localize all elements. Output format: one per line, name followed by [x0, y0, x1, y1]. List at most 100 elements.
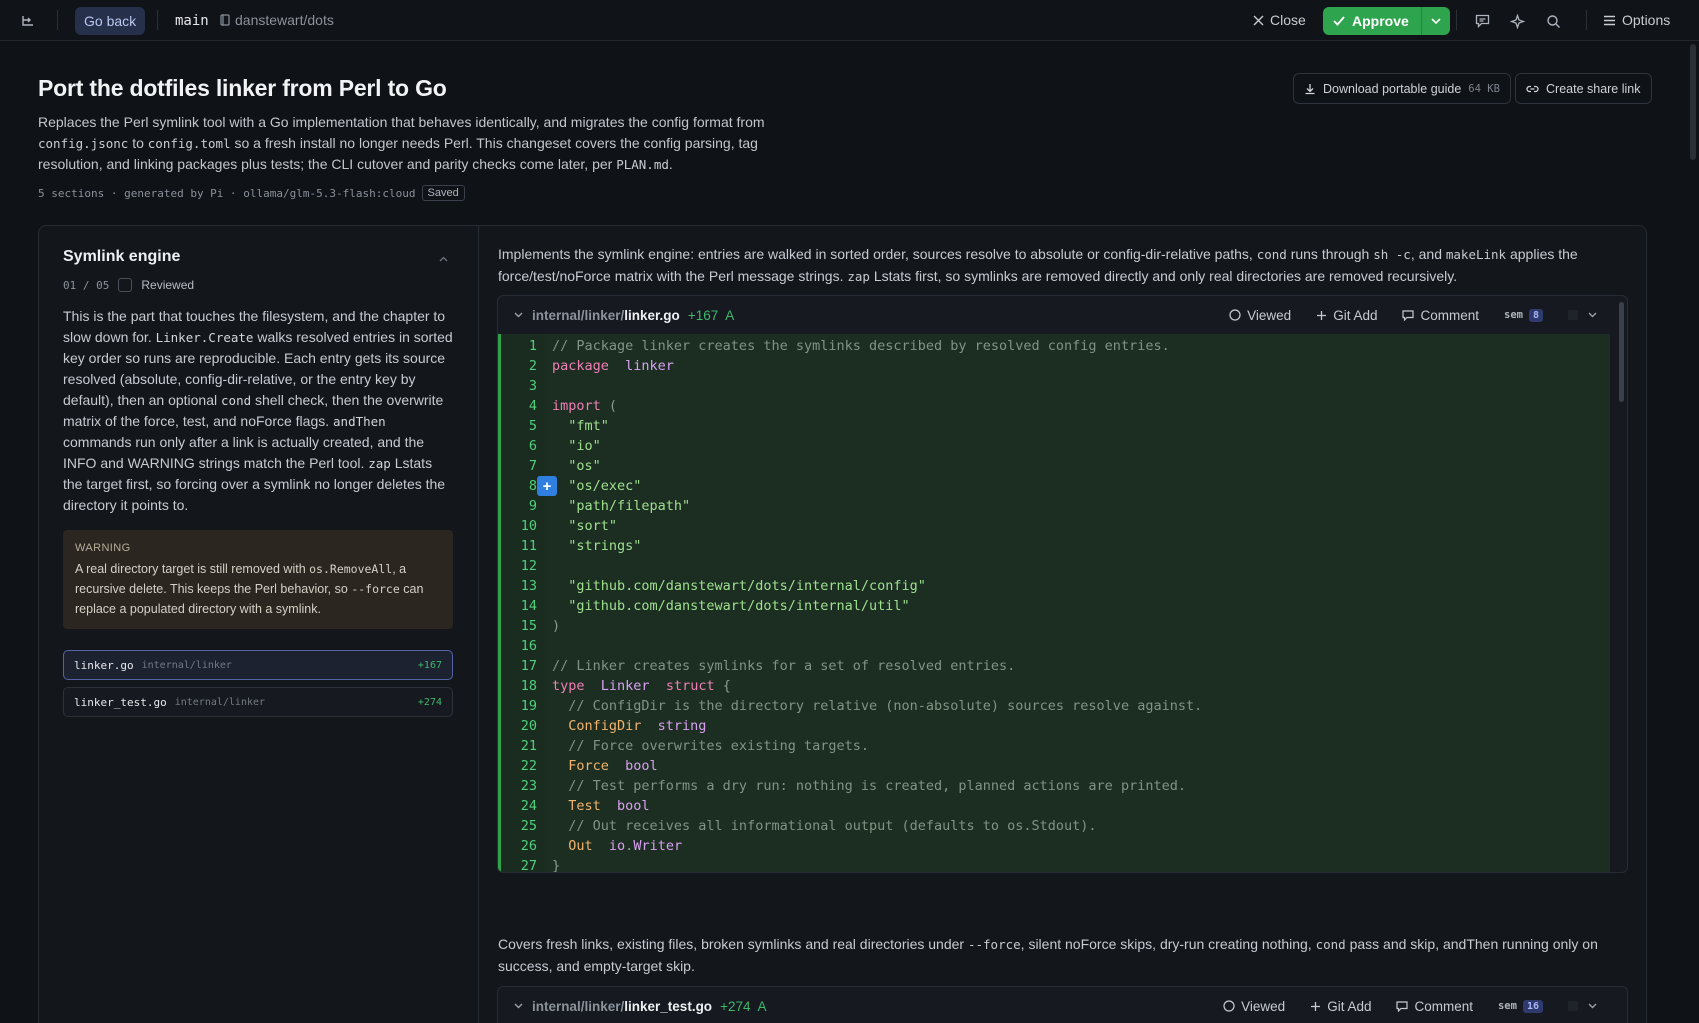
line-number[interactable]: 27: [501, 856, 537, 872]
viewed-toggle[interactable]: Viewed: [1229, 308, 1291, 323]
code-line[interactable]: 4 import (: [501, 396, 1610, 416]
code-line[interactable]: 25 // Out receives all informational out…: [501, 816, 1610, 836]
code-line[interactable]: 14 "github.com/danstewart/dots/internal/…: [501, 596, 1610, 616]
options-button[interactable]: Options: [1603, 12, 1670, 28]
close-button[interactable]: Close: [1253, 12, 1306, 28]
code-line[interactable]: 24 Test bool: [501, 796, 1610, 816]
comment-icon: [1402, 309, 1415, 321]
code-line[interactable]: 21 // Force overwrites existing targets.: [501, 736, 1610, 756]
code-line[interactable]: 12: [501, 556, 1610, 576]
file-additions: +167: [417, 659, 442, 671]
line-number[interactable]: 4: [501, 396, 537, 416]
line-number[interactable]: 22: [501, 756, 537, 776]
line-number[interactable]: 16: [501, 636, 537, 656]
plus-icon: [1317, 310, 1327, 320]
code-line[interactable]: 8 "os/exec": [501, 476, 1610, 496]
go-back-button[interactable]: Go back: [75, 7, 146, 35]
code-line[interactable]: 26 Out io.Writer: [501, 836, 1610, 856]
sparkle-icon[interactable]: [1508, 12, 1526, 30]
line-number[interactable]: 13: [501, 576, 537, 596]
git-add-button[interactable]: Git Add: [1310, 999, 1371, 1014]
code-line[interactable]: 27}: [501, 856, 1610, 872]
code-line[interactable]: 19 // ConfigDir is the directory relativ…: [501, 696, 1610, 716]
diff-file-linker-test-go: internal/linker/linker_test.go +274 A Vi…: [497, 986, 1628, 1023]
code-line[interactable]: 20 ConfigDir string: [501, 716, 1610, 736]
code-line[interactable]: 18 type Linker struct {: [501, 676, 1610, 696]
file-description-text: runs through: [1286, 246, 1374, 262]
code-line[interactable]: 3: [501, 376, 1610, 396]
repo-link[interactable]: danstewart/dots: [220, 12, 334, 28]
file-list-item[interactable]: linker_test.go internal/linker +274: [63, 687, 453, 717]
code-line[interactable]: 22 Force bool: [501, 756, 1610, 776]
code-token: Force: [552, 758, 609, 774]
comments-icon[interactable]: [1473, 12, 1491, 30]
code-line[interactable]: 15): [501, 616, 1610, 636]
code-token: "os/exec": [552, 478, 642, 494]
line-number[interactable]: 1: [501, 336, 537, 356]
add-line-comment-button[interactable]: +: [537, 476, 557, 496]
section-body-code: andThen: [333, 414, 386, 429]
line-number[interactable]: 15: [501, 616, 537, 636]
file-list-item[interactable]: linker.go internal/linker +167: [63, 650, 453, 680]
sidebar-toggle-icon[interactable]: [19, 12, 37, 30]
line-number[interactable]: 23: [501, 776, 537, 796]
chevron-up-icon[interactable]: [439, 254, 448, 265]
line-number[interactable]: 9: [501, 496, 537, 516]
code-line[interactable]: 9 "path/filepath": [501, 496, 1610, 516]
line-number[interactable]: 11: [501, 536, 537, 556]
file-menu[interactable]: [1568, 1001, 1597, 1011]
sem-indicator[interactable]: sem 16: [1498, 999, 1543, 1013]
line-number[interactable]: 2: [501, 356, 537, 376]
line-number[interactable]: 3: [501, 376, 537, 396]
reviewed-checkbox[interactable]: [118, 278, 133, 292]
search-icon[interactable]: [1544, 12, 1562, 30]
approve-button[interactable]: Approve: [1323, 13, 1421, 29]
line-number[interactable]: 6: [501, 436, 537, 456]
code-line[interactable]: 2 package linker: [501, 356, 1610, 376]
code-line[interactable]: 11 "strings": [501, 536, 1610, 556]
code-line[interactable]: 1 // Package linker creates the symlinks …: [501, 336, 1610, 356]
saved-badge: Saved: [421, 185, 465, 201]
code-scrollbar[interactable]: [1619, 302, 1624, 402]
download-guide-button[interactable]: Download portable guide 64 KB: [1293, 73, 1511, 104]
create-share-link-button[interactable]: Create share link: [1515, 73, 1652, 104]
code-line[interactable]: 13 "github.com/danstewart/dots/internal/…: [501, 576, 1610, 596]
viewed-toggle[interactable]: Viewed: [1223, 999, 1285, 1014]
line-number[interactable]: 20: [501, 716, 537, 736]
code-line[interactable]: 16: [501, 636, 1610, 656]
approve-dropdown-button[interactable]: [1420, 7, 1450, 35]
sem-count-badge: 16: [1522, 999, 1543, 1013]
file-additions: +167: [687, 307, 719, 323]
line-number[interactable]: 18: [501, 676, 537, 696]
code-line[interactable]: 23 // Test performs a dry run: nothing i…: [501, 776, 1610, 796]
line-number[interactable]: 25: [501, 816, 537, 836]
code-line[interactable]: 5 "fmt": [501, 416, 1610, 436]
code-token: ConfigDir: [552, 718, 642, 734]
page-scrollbar[interactable]: [1690, 44, 1696, 160]
git-add-button[interactable]: Git Add: [1316, 308, 1377, 323]
line-number[interactable]: 24: [501, 796, 537, 816]
chevron-down-icon[interactable]: [514, 1001, 523, 1012]
comment-button[interactable]: Comment: [1402, 308, 1479, 323]
code-line[interactable]: 7 "os": [501, 456, 1610, 476]
code-text: Force bool: [552, 756, 657, 776]
line-number[interactable]: 26: [501, 836, 537, 856]
sem-indicator[interactable]: sem 8: [1504, 308, 1543, 322]
code-line[interactable]: 10 "sort": [501, 516, 1610, 536]
line-number[interactable]: 12: [501, 556, 537, 576]
chevron-down-icon[interactable]: [514, 310, 523, 321]
code-line[interactable]: 17 // Linker creates symlinks for a set o…: [501, 656, 1610, 676]
code-token: ): [552, 618, 561, 634]
line-number[interactable]: 5: [501, 416, 537, 436]
code-line[interactable]: 6 "io": [501, 436, 1610, 456]
line-number[interactable]: 10: [501, 516, 537, 536]
line-number[interactable]: 17: [501, 656, 537, 676]
line-number[interactable]: 7: [501, 456, 537, 476]
line-number[interactable]: 19: [501, 696, 537, 716]
line-number[interactable]: 21: [501, 736, 537, 756]
comment-button[interactable]: Comment: [1396, 999, 1473, 1014]
file-menu[interactable]: [1568, 310, 1597, 320]
line-number[interactable]: 14: [501, 596, 537, 616]
line-number[interactable]: 8: [501, 476, 537, 496]
